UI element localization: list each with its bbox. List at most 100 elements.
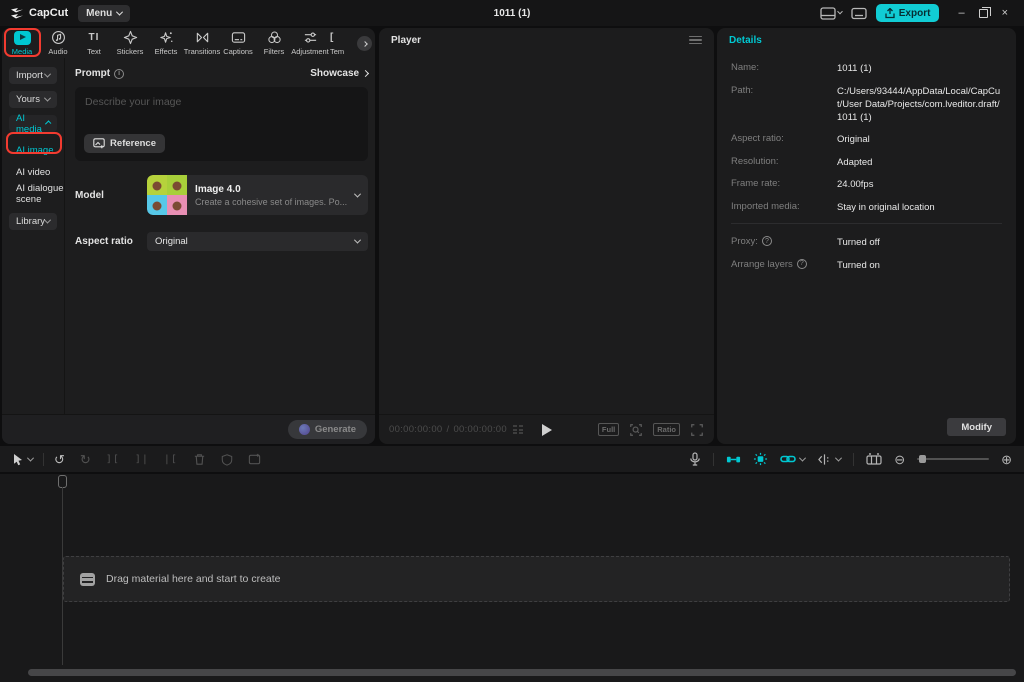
layout-mode-button[interactable] xyxy=(820,7,842,20)
generate-footer: Generate xyxy=(2,414,375,444)
chevron-down-icon xyxy=(44,95,51,102)
zoom-in-button[interactable]: ⊕ xyxy=(1001,453,1012,466)
timeline-horizontal-scrollbar[interactable] xyxy=(28,669,1016,676)
tab-label: Adjustment xyxy=(291,47,329,56)
prompt-input-box: Reference xyxy=(75,87,368,161)
delete-right-button[interactable]: |[ xyxy=(164,454,178,465)
tab-text[interactable]: TI Text xyxy=(76,28,112,58)
preview-axis-icon xyxy=(817,453,832,466)
sidebar-item-label: AI video xyxy=(16,167,50,178)
tab-filters[interactable]: Filters xyxy=(256,28,292,58)
select-tool-button[interactable] xyxy=(12,453,33,466)
zoom-out-button[interactable]: ⊖ xyxy=(894,453,905,466)
minimize-button[interactable]: – xyxy=(958,7,964,19)
sidebar-item-ai-image[interactable]: AI image xyxy=(2,139,64,161)
tab-audio[interactable]: Audio xyxy=(40,28,76,58)
sticker-icon xyxy=(123,30,138,45)
play-button[interactable] xyxy=(542,424,552,436)
sidebar-item-ai-dialogue-scene[interactable]: AI dialogue scene xyxy=(2,183,64,205)
timeline-toolbar: ↺ ↻ ][ ]| |[ xyxy=(0,446,1024,472)
templates-icon: [ xyxy=(330,31,334,45)
tab-effects[interactable]: Effects xyxy=(148,28,184,58)
export-button[interactable]: Export xyxy=(876,4,940,22)
tab-label: Effects xyxy=(155,47,178,56)
export-frame-button[interactable] xyxy=(248,453,261,466)
focus-zoom-icon[interactable] xyxy=(629,423,643,437)
tab-label: Captions xyxy=(223,47,253,56)
delete-button[interactable] xyxy=(193,453,206,466)
sidebar-item-import[interactable]: Import xyxy=(9,67,57,84)
menu-button[interactable]: Menu xyxy=(78,5,130,22)
detail-value: Original xyxy=(837,133,1002,146)
tab-stickers[interactable]: Stickers xyxy=(112,28,148,58)
split-button[interactable]: ][ xyxy=(106,454,120,465)
close-button[interactable]: × xyxy=(1002,7,1008,19)
tab-templates-truncated[interactable]: [ Tem xyxy=(328,28,350,58)
sidebar-item-ai-video[interactable]: AI video xyxy=(2,161,64,183)
zoom-slider-handle[interactable] xyxy=(919,455,926,463)
chevron-down-icon xyxy=(835,454,842,461)
chevron-right-icon xyxy=(362,41,368,47)
info-icon[interactable]: ? xyxy=(762,236,772,246)
frame-view-icon[interactable] xyxy=(513,425,523,434)
showcase-link[interactable]: Showcase xyxy=(310,68,368,79)
tab-label: Filters xyxy=(264,47,284,56)
sidebar-item-label: Yours xyxy=(16,94,40,105)
chevron-right-icon xyxy=(362,70,369,77)
tab-adjustment[interactable]: Adjustment xyxy=(292,28,328,58)
linking-toggle[interactable] xyxy=(780,453,805,465)
model-label: Model xyxy=(75,190,147,201)
undo-button[interactable]: ↺ xyxy=(54,453,65,466)
preview-axis-button[interactable] xyxy=(817,453,841,466)
restore-button[interactable] xyxy=(979,9,988,18)
ratio-button[interactable]: Ratio xyxy=(653,423,680,436)
details-title: Details xyxy=(729,35,762,46)
detail-value: C:/Users/93444/AppData/Local/CapCut/User… xyxy=(837,85,1002,124)
model-dropdown[interactable]: Image 4.0 Create a cohesive set of image… xyxy=(147,175,368,215)
generate-button[interactable]: Generate xyxy=(288,420,367,439)
prompt-label: Prompt xyxy=(75,68,110,79)
text-icon: TI xyxy=(89,31,100,45)
menu-label: Menu xyxy=(86,8,112,19)
media-clip-icon xyxy=(80,573,95,586)
detail-row-resolution: Resolution: Adapted xyxy=(731,156,1002,169)
info-icon[interactable]: ? xyxy=(797,259,807,269)
mask-button[interactable] xyxy=(221,453,233,466)
aspect-ratio-value: Original xyxy=(155,236,188,247)
chevron-down-icon xyxy=(27,454,34,461)
detail-row-frame-rate: Frame rate: 24.00fps xyxy=(731,178,1002,191)
tab-media[interactable]: Media xyxy=(4,28,40,58)
full-quality-button[interactable]: Full xyxy=(598,423,619,436)
tab-captions[interactable]: Captions xyxy=(220,28,256,58)
sidebar-item-library[interactable]: Library xyxy=(9,213,57,230)
player-menu-icon[interactable] xyxy=(689,36,702,45)
chevron-down-icon xyxy=(44,71,51,78)
sidebar-item-yours[interactable]: Yours xyxy=(9,91,57,108)
storyboard-view-button[interactable] xyxy=(866,453,882,466)
tab-label: Stickers xyxy=(117,47,144,56)
fullscreen-icon[interactable] xyxy=(690,423,704,437)
record-voiceover-button[interactable] xyxy=(689,452,701,466)
auto-snap-toggle[interactable] xyxy=(753,452,768,466)
main-track-magnet-toggle[interactable] xyxy=(726,453,741,466)
timeline-drop-zone[interactable]: Drag material here and start to create xyxy=(63,556,1010,602)
aspect-ratio-dropdown[interactable]: Original xyxy=(147,232,368,251)
tab-transitions[interactable]: Transitions xyxy=(184,28,220,58)
prompt-textarea[interactable] xyxy=(75,87,368,133)
timeline-zoom-slider[interactable] xyxy=(917,458,989,460)
magnet-snap-icon xyxy=(726,453,741,466)
delete-left-button[interactable]: ]| xyxy=(135,454,149,465)
redo-button[interactable]: ↻ xyxy=(80,453,91,466)
shortcut-panel-button[interactable] xyxy=(851,7,867,20)
tab-scroll-next-button[interactable] xyxy=(357,36,372,51)
info-icon[interactable]: i xyxy=(114,69,124,79)
reference-button[interactable]: Reference xyxy=(84,134,165,153)
titlebar: CapCut Menu 1011 (1) Export – × xyxy=(0,0,1024,26)
timecode-current: 00:00:00:00 xyxy=(389,424,443,435)
sidebar-item-ai-media[interactable]: AI media xyxy=(9,115,57,132)
details-divider xyxy=(731,223,1002,224)
showcase-label: Showcase xyxy=(310,68,359,79)
chevron-down-icon xyxy=(44,217,51,224)
modify-button[interactable]: Modify xyxy=(947,418,1006,436)
tab-label: Transitions xyxy=(184,47,220,56)
